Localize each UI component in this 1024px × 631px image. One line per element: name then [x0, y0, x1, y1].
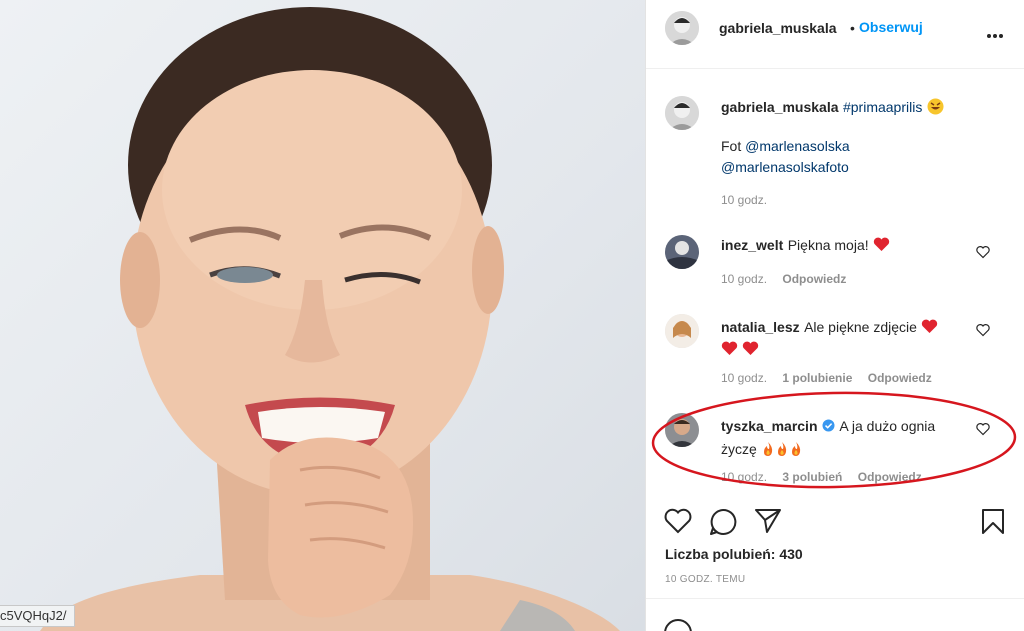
comment-icon[interactable]	[709, 508, 737, 541]
like-comment-icon[interactable]	[976, 245, 990, 259]
post-timestamp[interactable]: 10 GODZ. TEMU	[665, 574, 745, 585]
comment-2-meta: 10 godz. 1 polubienie Odpowiedz	[721, 371, 932, 385]
author-avatar[interactable]	[665, 11, 699, 45]
add-comment-bar[interactable]	[646, 598, 1024, 631]
like-post-icon[interactable]	[664, 508, 692, 539]
share-icon[interactable]	[754, 508, 782, 539]
comment-likes[interactable]: 1 polubienie	[782, 371, 852, 385]
caption-mention-1[interactable]: @marlenasolska	[745, 138, 849, 154]
save-post-icon[interactable]	[981, 508, 1005, 540]
follow-button[interactable]: Obserwuj	[859, 19, 923, 35]
post-side-panel: gabriela_muskala • Obserwuj gabriela_mus…	[646, 0, 1024, 631]
comment-time[interactable]: 10 godz.	[721, 371, 767, 385]
comment-1-meta: 10 godz. Odpowiedz	[721, 272, 846, 286]
caption-avatar[interactable]	[665, 96, 699, 130]
header-dot: •	[850, 20, 855, 36]
rofl-emoji-icon	[927, 98, 944, 116]
reply-button[interactable]: Odpowiedz	[782, 272, 846, 286]
red-heart-emoji-icon	[873, 237, 890, 254]
comment-2-body: natalia_lesz Ale piękne zdjęcie	[721, 316, 981, 361]
post-photo[interactable]: c5VQHqJ2/	[0, 0, 645, 631]
like-comment-icon[interactable]	[976, 323, 990, 337]
red-heart-emoji-icon	[742, 341, 759, 358]
comment-text: Piękna moja!	[787, 237, 869, 253]
caption-credit-line: Fot @marlenasolska	[721, 138, 850, 154]
caption-username[interactable]: gabriela_muskala	[721, 99, 839, 115]
comment-time[interactable]: 10 godz.	[721, 272, 767, 286]
comment-username[interactable]: inez_welt	[721, 237, 783, 253]
author-username[interactable]: gabriela_muskala	[719, 20, 837, 36]
caption-hashtag[interactable]: #primaaprilis	[843, 99, 922, 115]
red-heart-emoji-icon	[721, 341, 738, 358]
red-heart-emoji-icon	[921, 319, 938, 336]
reply-button[interactable]: Odpowiedz	[868, 371, 932, 385]
commenter-avatar[interactable]	[665, 314, 699, 348]
comment-1-body: inez_welt Piękna moja!	[721, 237, 890, 255]
annotation-ellipse	[651, 391, 1017, 489]
post-caption: gabriela_muskala #primaaprilis	[721, 97, 1011, 118]
comment-text: Ale piękne zdjęcie	[804, 319, 917, 335]
commenter-avatar[interactable]	[665, 235, 699, 269]
caption-time[interactable]: 10 godz.	[721, 193, 767, 207]
portrait-illustration	[40, 7, 620, 631]
caption-credit-prefix: Fot	[721, 138, 742, 154]
url-fragment: c5VQHqJ2/	[0, 605, 76, 627]
caption-mention-2[interactable]: @marlenasolskafoto	[721, 159, 849, 175]
likes-count[interactable]: Liczba polubień: 430	[665, 546, 803, 562]
more-options-icon[interactable]	[986, 26, 1004, 38]
emoji-picker-icon[interactable]	[664, 619, 692, 631]
comment-username[interactable]: natalia_lesz	[721, 319, 800, 335]
post-header: gabriela_muskala • Obserwuj	[646, 0, 1024, 69]
